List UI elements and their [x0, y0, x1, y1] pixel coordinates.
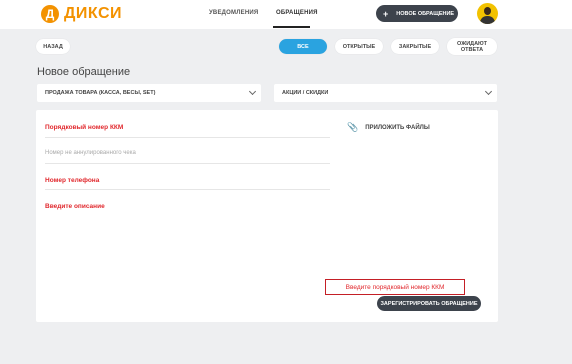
user-avatar-icon[interactable]: [477, 3, 498, 24]
description-field[interactable]: Введите описание: [45, 203, 105, 210]
subcategory-select[interactable]: АКЦИИ / СКИДКИ: [274, 84, 497, 102]
plus-icon: +: [383, 8, 389, 19]
brand-logo[interactable]: Д ДИКСИ: [41, 5, 122, 23]
category-select-value: ПРОДАЖА ТОВАРА (КАССА, ВЕСЫ, SET): [45, 90, 156, 96]
subcategory-select-value: АКЦИИ / СКИДКИ: [282, 90, 329, 96]
back-button[interactable]: НАЗАД: [36, 39, 70, 54]
nav-tab-notifications[interactable]: УВЕДОМЛЕНИЯ: [209, 10, 258, 16]
filter-closed[interactable]: ЗАКРЫТЫЕ: [391, 39, 439, 54]
avatar-head: [484, 7, 491, 15]
kkm-divider: [45, 137, 330, 138]
phone-input-underline: [45, 189, 330, 190]
new-request-label: НОВОЕ ОБРАЩЕНИЕ: [396, 10, 455, 17]
avatar-body: [480, 16, 495, 24]
filter-awaiting-line2: ОТВЕТА: [460, 46, 484, 53]
category-select[interactable]: ПРОДАЖА ТОВАРА (КАССА, ВЕСЫ, SET): [37, 84, 261, 102]
logo-text: ДИКСИ: [64, 5, 123, 22]
kkm-label: Порядковый номер ККМ: [45, 124, 124, 131]
chevron-down-icon: [484, 87, 493, 96]
kkm-input[interactable]: Номер не аннулированного чека: [45, 150, 136, 156]
logo-badge-icon: Д: [41, 5, 59, 23]
error-tooltip: Введите порядковый номер ККМ: [325, 279, 465, 295]
page-title: Новое обращение: [37, 66, 131, 78]
attach-files-label: ПРИЛОЖИТЬ ФАЙЛЫ: [365, 124, 430, 131]
new-request-button[interactable]: + НОВОЕ ОБРАЩЕНИЕ: [376, 5, 458, 22]
kkm-input-underline: [45, 163, 330, 164]
submit-request-button[interactable]: ЗАРЕГИСТРИРОВАТЬ ОБРАЩЕНИЕ: [377, 296, 481, 311]
chevron-down-icon: [248, 87, 257, 96]
active-tab-indicator: [273, 26, 310, 28]
filter-open[interactable]: ОТКРЫТЫЕ: [335, 39, 383, 54]
nav-tab-requests[interactable]: ОБРАЩЕНИЯ: [276, 10, 318, 16]
filter-all[interactable]: ВСЕ: [279, 39, 327, 54]
filter-awaiting-reply[interactable]: ОЖИДАЮТ ОТВЕТА: [447, 38, 497, 55]
paperclip-icon: 📎: [347, 122, 359, 132]
phone-field[interactable]: Номер телефона: [45, 177, 99, 184]
attach-files-button[interactable]: 📎 ПРИЛОЖИТЬ ФАЙЛЫ: [347, 122, 430, 133]
top-header: Д ДИКСИ УВЕДОМЛЕНИЯ ОБРАЩЕНИЯ + НОВОЕ ОБ…: [0, 0, 572, 29]
